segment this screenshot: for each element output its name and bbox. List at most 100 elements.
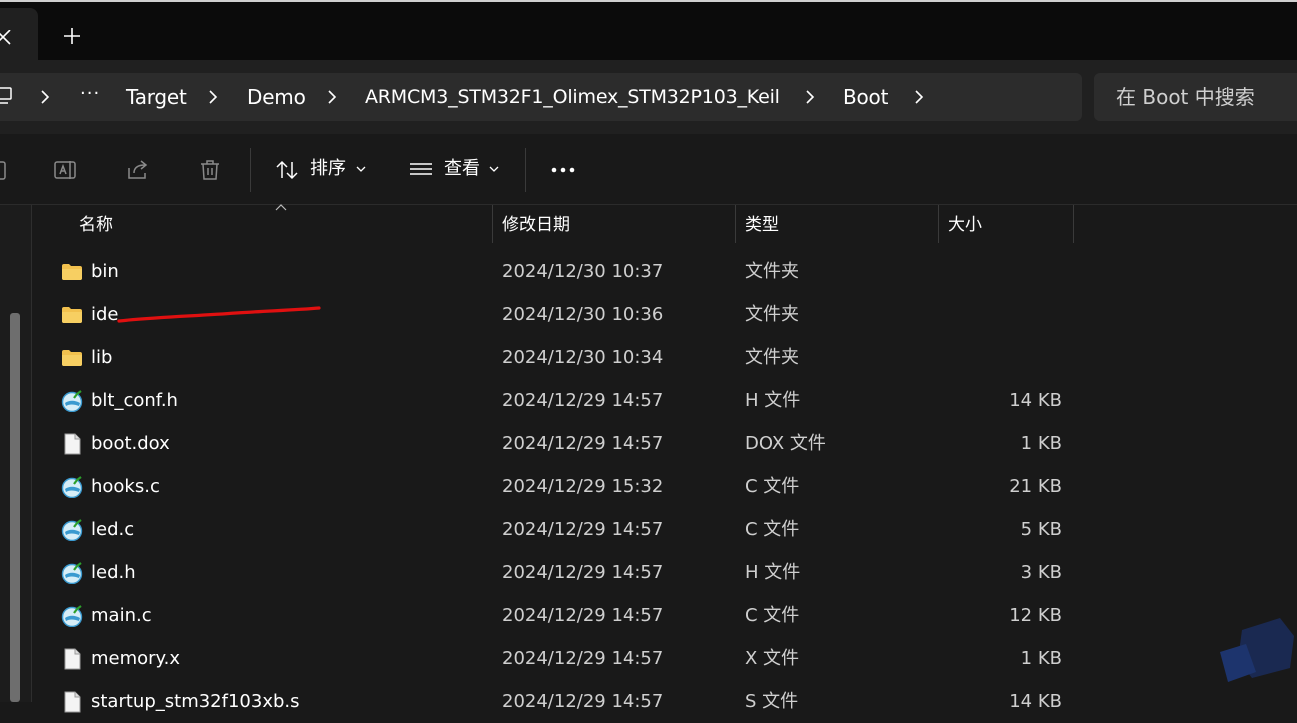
file-name: led.h: [91, 562, 136, 583]
file-type: X 文件: [745, 648, 800, 669]
file-row[interactable]: hooks.c 2024/12/29 15:32 C 文件 21 KB: [50, 465, 1075, 508]
rename-icon[interactable]: [54, 158, 78, 182]
red-underline-annotation: [117, 306, 321, 323]
file-type: S 文件: [745, 691, 799, 712]
toolbar-separator: [525, 148, 526, 192]
file-date: 2024/12/29 14:57: [502, 433, 664, 454]
search-box[interactable]: 在 Boot 中搜索: [1094, 73, 1297, 121]
blank-file-icon: [64, 433, 81, 455]
file-type: 文件夹: [745, 304, 799, 325]
search-placeholder[interactable]: 在 Boot 中搜索: [1116, 85, 1255, 109]
file-date: 2024/12/30 10:34: [502, 347, 664, 368]
folder-icon: [62, 307, 82, 323]
file-size: 1 KB: [1020, 648, 1062, 669]
file-row[interactable]: lib 2024/12/30 10:34 文件夹: [50, 336, 1075, 379]
paste-icon[interactable]: [0, 158, 10, 182]
source-file-icon: [61, 476, 83, 498]
file-type: 文件夹: [745, 261, 799, 282]
file-date: 2024/12/29 14:57: [502, 562, 664, 583]
file-type: H 文件: [745, 562, 801, 583]
file-type: DOX 文件: [745, 433, 826, 454]
column-divider[interactable]: [1073, 205, 1074, 243]
breadcrumb-target[interactable]: Target: [126, 85, 187, 109]
folder-icon: [62, 264, 82, 280]
column-header-size[interactable]: 大小: [939, 205, 1073, 245]
file-name: startup_stm32f103xb.s: [91, 691, 300, 712]
column-header-type[interactable]: 类型: [736, 205, 938, 245]
blank-file-icon: [64, 691, 81, 713]
breadcrumb-boot[interactable]: Boot: [843, 85, 888, 109]
breadcrumb-project[interactable]: ARMCM3_STM32F1_Olimex_STM32P103_Keil: [365, 85, 780, 109]
file-type: H 文件: [745, 390, 801, 411]
source-file-icon: [61, 519, 83, 541]
file-row[interactable]: main.c 2024/12/29 14:57 C 文件 12 KB: [50, 594, 1075, 637]
chevron-right-icon[interactable]: [325, 90, 339, 104]
file-name: memory.x: [91, 648, 181, 669]
file-name: blt_conf.h: [91, 390, 178, 411]
watermark-logo: [1220, 618, 1294, 682]
file-type: 文件夹: [745, 347, 799, 368]
file-date: 2024/12/29 14:57: [502, 648, 664, 669]
navigation-pane-scrollbar[interactable]: [10, 313, 20, 702]
navigation-pane: [0, 205, 32, 702]
computer-icon: [0, 87, 12, 104]
toolbar-separator: [250, 148, 251, 192]
chevron-right-icon[interactable]: [206, 90, 220, 104]
file-date: 2024/12/29 14:57: [502, 519, 664, 540]
file-name: hooks.c: [91, 476, 160, 497]
file-name: boot.dox: [91, 433, 170, 454]
file-size: 5 KB: [1020, 519, 1062, 540]
chevron-right-icon[interactable]: [912, 90, 926, 104]
blank-file-icon: [64, 648, 81, 670]
tab-bar: [0, 0, 1297, 60]
navigation-bar: ··· Target Demo ARMCM3_STM32F1_Olimex_ST…: [0, 60, 1297, 135]
file-date: 2024/12/30 10:37: [502, 261, 664, 282]
file-name: bin: [91, 261, 119, 282]
file-row[interactable]: led.h 2024/12/29 14:57 H 文件 3 KB: [50, 551, 1075, 594]
chevron-right-icon[interactable]: [38, 90, 52, 104]
file-row[interactable]: led.c 2024/12/29 14:57 C 文件 5 KB: [50, 508, 1075, 551]
file-row[interactable]: boot.dox 2024/12/29 14:57 DOX 文件 1 KB: [50, 422, 1075, 465]
file-row[interactable]: blt_conf.h 2024/12/29 14:57 H 文件 14 KB: [50, 379, 1075, 422]
plus-icon[interactable]: [62, 26, 82, 46]
trash-icon[interactable]: [198, 158, 222, 182]
more-options-icon[interactable]: [550, 160, 578, 180]
source-file-icon: [61, 390, 83, 412]
file-size: 1 KB: [1020, 433, 1062, 454]
sort-icon[interactable]: [275, 158, 299, 182]
close-icon[interactable]: [0, 30, 16, 46]
column-header-size-label: 大小: [948, 215, 982, 235]
file-date: 2024/12/29 14:57: [502, 691, 664, 712]
chevron-right-icon[interactable]: [803, 90, 817, 104]
sort-button-label[interactable]: 排序: [310, 158, 346, 180]
chevron-down-icon[interactable]: [489, 165, 499, 173]
breadcrumb-demo[interactable]: Demo: [247, 85, 306, 109]
chevron-down-icon[interactable]: [356, 165, 366, 173]
source-file-icon: [61, 605, 83, 627]
file-type: C 文件: [745, 605, 800, 626]
file-name: ide: [91, 304, 119, 325]
file-date: 2024/12/29 15:32: [502, 476, 664, 497]
column-header-date-label: 修改日期: [502, 215, 570, 235]
column-header-date[interactable]: 修改日期: [493, 205, 735, 245]
file-row[interactable]: memory.x 2024/12/29 14:57 X 文件 1 KB: [50, 637, 1075, 680]
file-name: main.c: [91, 605, 152, 626]
command-toolbar: 排序 查看: [0, 134, 1297, 205]
file-type: C 文件: [745, 476, 800, 497]
active-tab[interactable]: [0, 8, 38, 60]
view-icon[interactable]: [409, 158, 433, 182]
share-icon[interactable]: [126, 158, 150, 182]
file-size: 14 KB: [1009, 390, 1062, 411]
breadcrumb-overflow[interactable]: ···: [80, 83, 100, 104]
file-size: 3 KB: [1020, 562, 1062, 583]
view-button-label[interactable]: 查看: [444, 158, 480, 180]
column-header-name[interactable]: 名称: [50, 205, 492, 245]
file-size: 12 KB: [1009, 605, 1062, 626]
file-row[interactable]: bin 2024/12/30 10:37 文件夹: [50, 250, 1075, 293]
window-top-edge: [0, 0, 1297, 2]
address-bar[interactable]: ··· Target Demo ARMCM3_STM32F1_Olimex_ST…: [0, 73, 1082, 121]
file-size: 21 KB: [1009, 476, 1062, 497]
file-name: led.c: [91, 519, 135, 540]
file-name: lib: [91, 347, 113, 368]
file-date: 2024/12/30 10:36: [502, 304, 664, 325]
